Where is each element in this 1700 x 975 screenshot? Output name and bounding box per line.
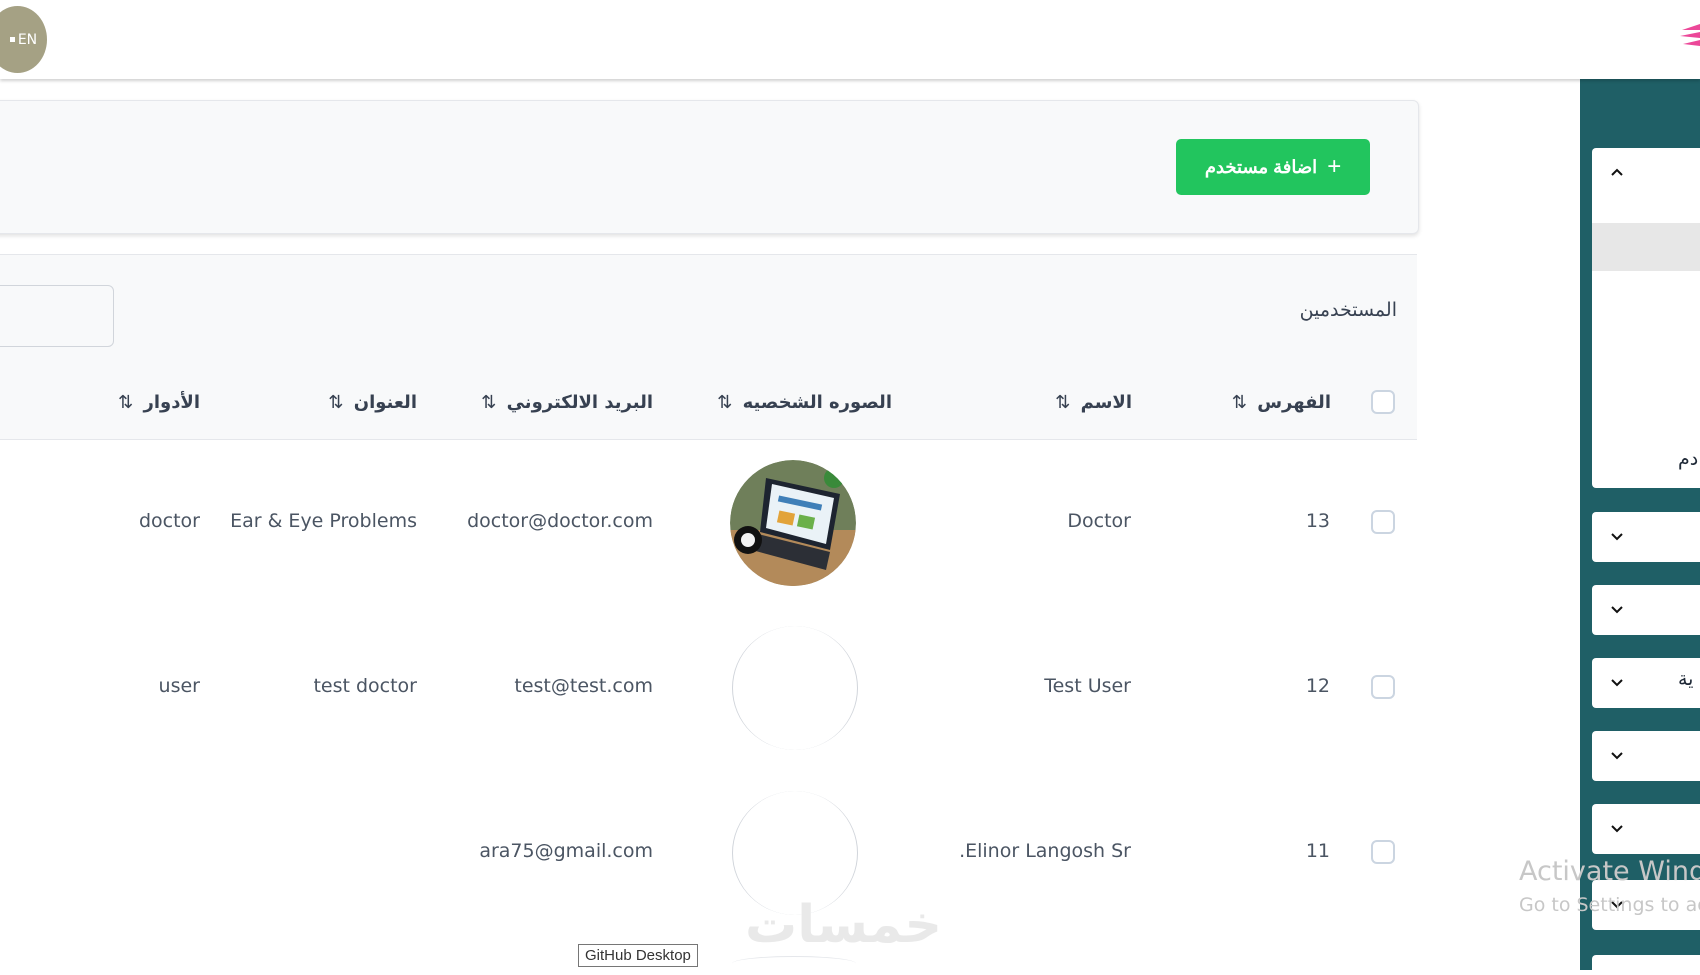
sidebar-group[interactable]: [1592, 804, 1700, 854]
column-header-index[interactable]: الفهرس ⇅: [1232, 392, 1331, 413]
sort-icon: ⇅: [118, 392, 134, 413]
sort-icon: ⇅: [328, 392, 344, 413]
row-checkbox[interactable]: [1371, 675, 1395, 699]
chevron-down-icon: [1611, 606, 1623, 614]
sidebar-group[interactable]: ية: [1592, 658, 1700, 708]
avatar: [730, 460, 856, 586]
taskbar-tooltip: GitHub Desktop: [578, 944, 698, 967]
cell-index: 11: [1305, 840, 1330, 862]
sidebar-group[interactable]: [1592, 585, 1700, 635]
language-label: EN: [17, 31, 38, 48]
table-row[interactable]: [0, 935, 1417, 970]
flag-icon: [9, 37, 15, 42]
column-header-email[interactable]: البريد الالكتروني ⇅: [481, 392, 653, 413]
cell-email: doctor@doctor.com: [467, 510, 653, 532]
sidebar-item-label: دم: [1678, 448, 1699, 470]
cell-index: 13: [1305, 510, 1330, 532]
sort-icon: ⇅: [1055, 392, 1071, 413]
site-watermark: خمسات: [745, 895, 943, 955]
chevron-down-icon: [1611, 825, 1623, 833]
table-row[interactable]: 11 Elinor Langosh Sr. ara75@gmail.com: [0, 770, 1417, 936]
add-user-label: اضافة مستخدم: [1204, 156, 1318, 177]
cell-address: Ear & Eye Problems: [230, 510, 417, 532]
row-checkbox[interactable]: [1371, 840, 1395, 864]
cell-email: ara75@gmail.com: [479, 840, 653, 862]
sidebar-item-label: ية: [1678, 668, 1694, 690]
table-caption-bar: المستخدمين: [0, 254, 1417, 369]
row-checkbox[interactable]: [1371, 510, 1395, 534]
sort-icon: ⇅: [481, 392, 497, 413]
windows-activation-title: Activate Windo: [1519, 856, 1700, 887]
column-header-avatar[interactable]: الصوره الشخصيه ⇅: [717, 392, 892, 413]
sidebar-group[interactable]: [1592, 512, 1700, 562]
cell-index: 12: [1305, 675, 1330, 697]
table-row[interactable]: 13 Doctor doctor@doctor.com Ear & Eye Pr…: [0, 440, 1417, 606]
windows-activation-subtitle: Go to Settings to act: [1519, 894, 1700, 916]
table-row[interactable]: 12 Test User test@test.com test doctor u…: [0, 605, 1417, 771]
plus-icon: +: [1327, 153, 1342, 180]
cell-name: Elinor Langosh Sr.: [959, 840, 1131, 862]
sort-icon: ⇅: [1231, 392, 1247, 413]
sidebar-active-item[interactable]: [1592, 223, 1700, 271]
top-navbar: EN: [0, 0, 1700, 79]
broken-image-icon: [732, 956, 856, 971]
search-input[interactable]: [0, 285, 114, 347]
cell-role: user: [158, 675, 200, 697]
chevron-up-icon: [1611, 168, 1623, 176]
laptop-illustration-icon: [730, 460, 856, 586]
column-header-address[interactable]: العنوان ⇅: [328, 392, 417, 413]
column-header-name[interactable]: الاسم ⇅: [1055, 392, 1132, 413]
add-user-button[interactable]: + اضافة مستخدم: [1176, 139, 1370, 195]
language-switch-button[interactable]: EN: [0, 6, 47, 73]
chevron-down-icon: [1611, 679, 1623, 687]
broken-image-icon: [732, 626, 858, 750]
chevron-down-icon: [1611, 752, 1623, 760]
cell-name: Doctor: [1067, 510, 1131, 532]
sidebar-group-expanded[interactable]: دم: [1592, 148, 1700, 488]
table-header-row: الفهرس ⇅ الاسم ⇅ الصوره الشخصيه ⇅ البريد…: [0, 367, 1417, 440]
brand-logo-icon: [1680, 24, 1700, 46]
sidebar-group[interactable]: [1592, 731, 1700, 781]
cell-address: test doctor: [313, 675, 417, 697]
sort-icon: ⇅: [717, 392, 733, 413]
cell-role: doctor: [138, 510, 200, 532]
select-all-checkbox[interactable]: [1371, 390, 1395, 414]
cell-email: test@test.com: [514, 675, 653, 697]
chevron-down-icon: [1611, 533, 1623, 541]
table-title: المستخدمين: [1299, 299, 1397, 321]
sidebar-group[interactable]: [1592, 955, 1700, 975]
column-header-roles[interactable]: الأدوار ⇅: [118, 392, 200, 413]
users-table: المستخدمين الفهرس ⇅ الاسم ⇅ الصوره الشخص…: [0, 254, 1417, 970]
cell-name: Test User: [1044, 675, 1131, 697]
